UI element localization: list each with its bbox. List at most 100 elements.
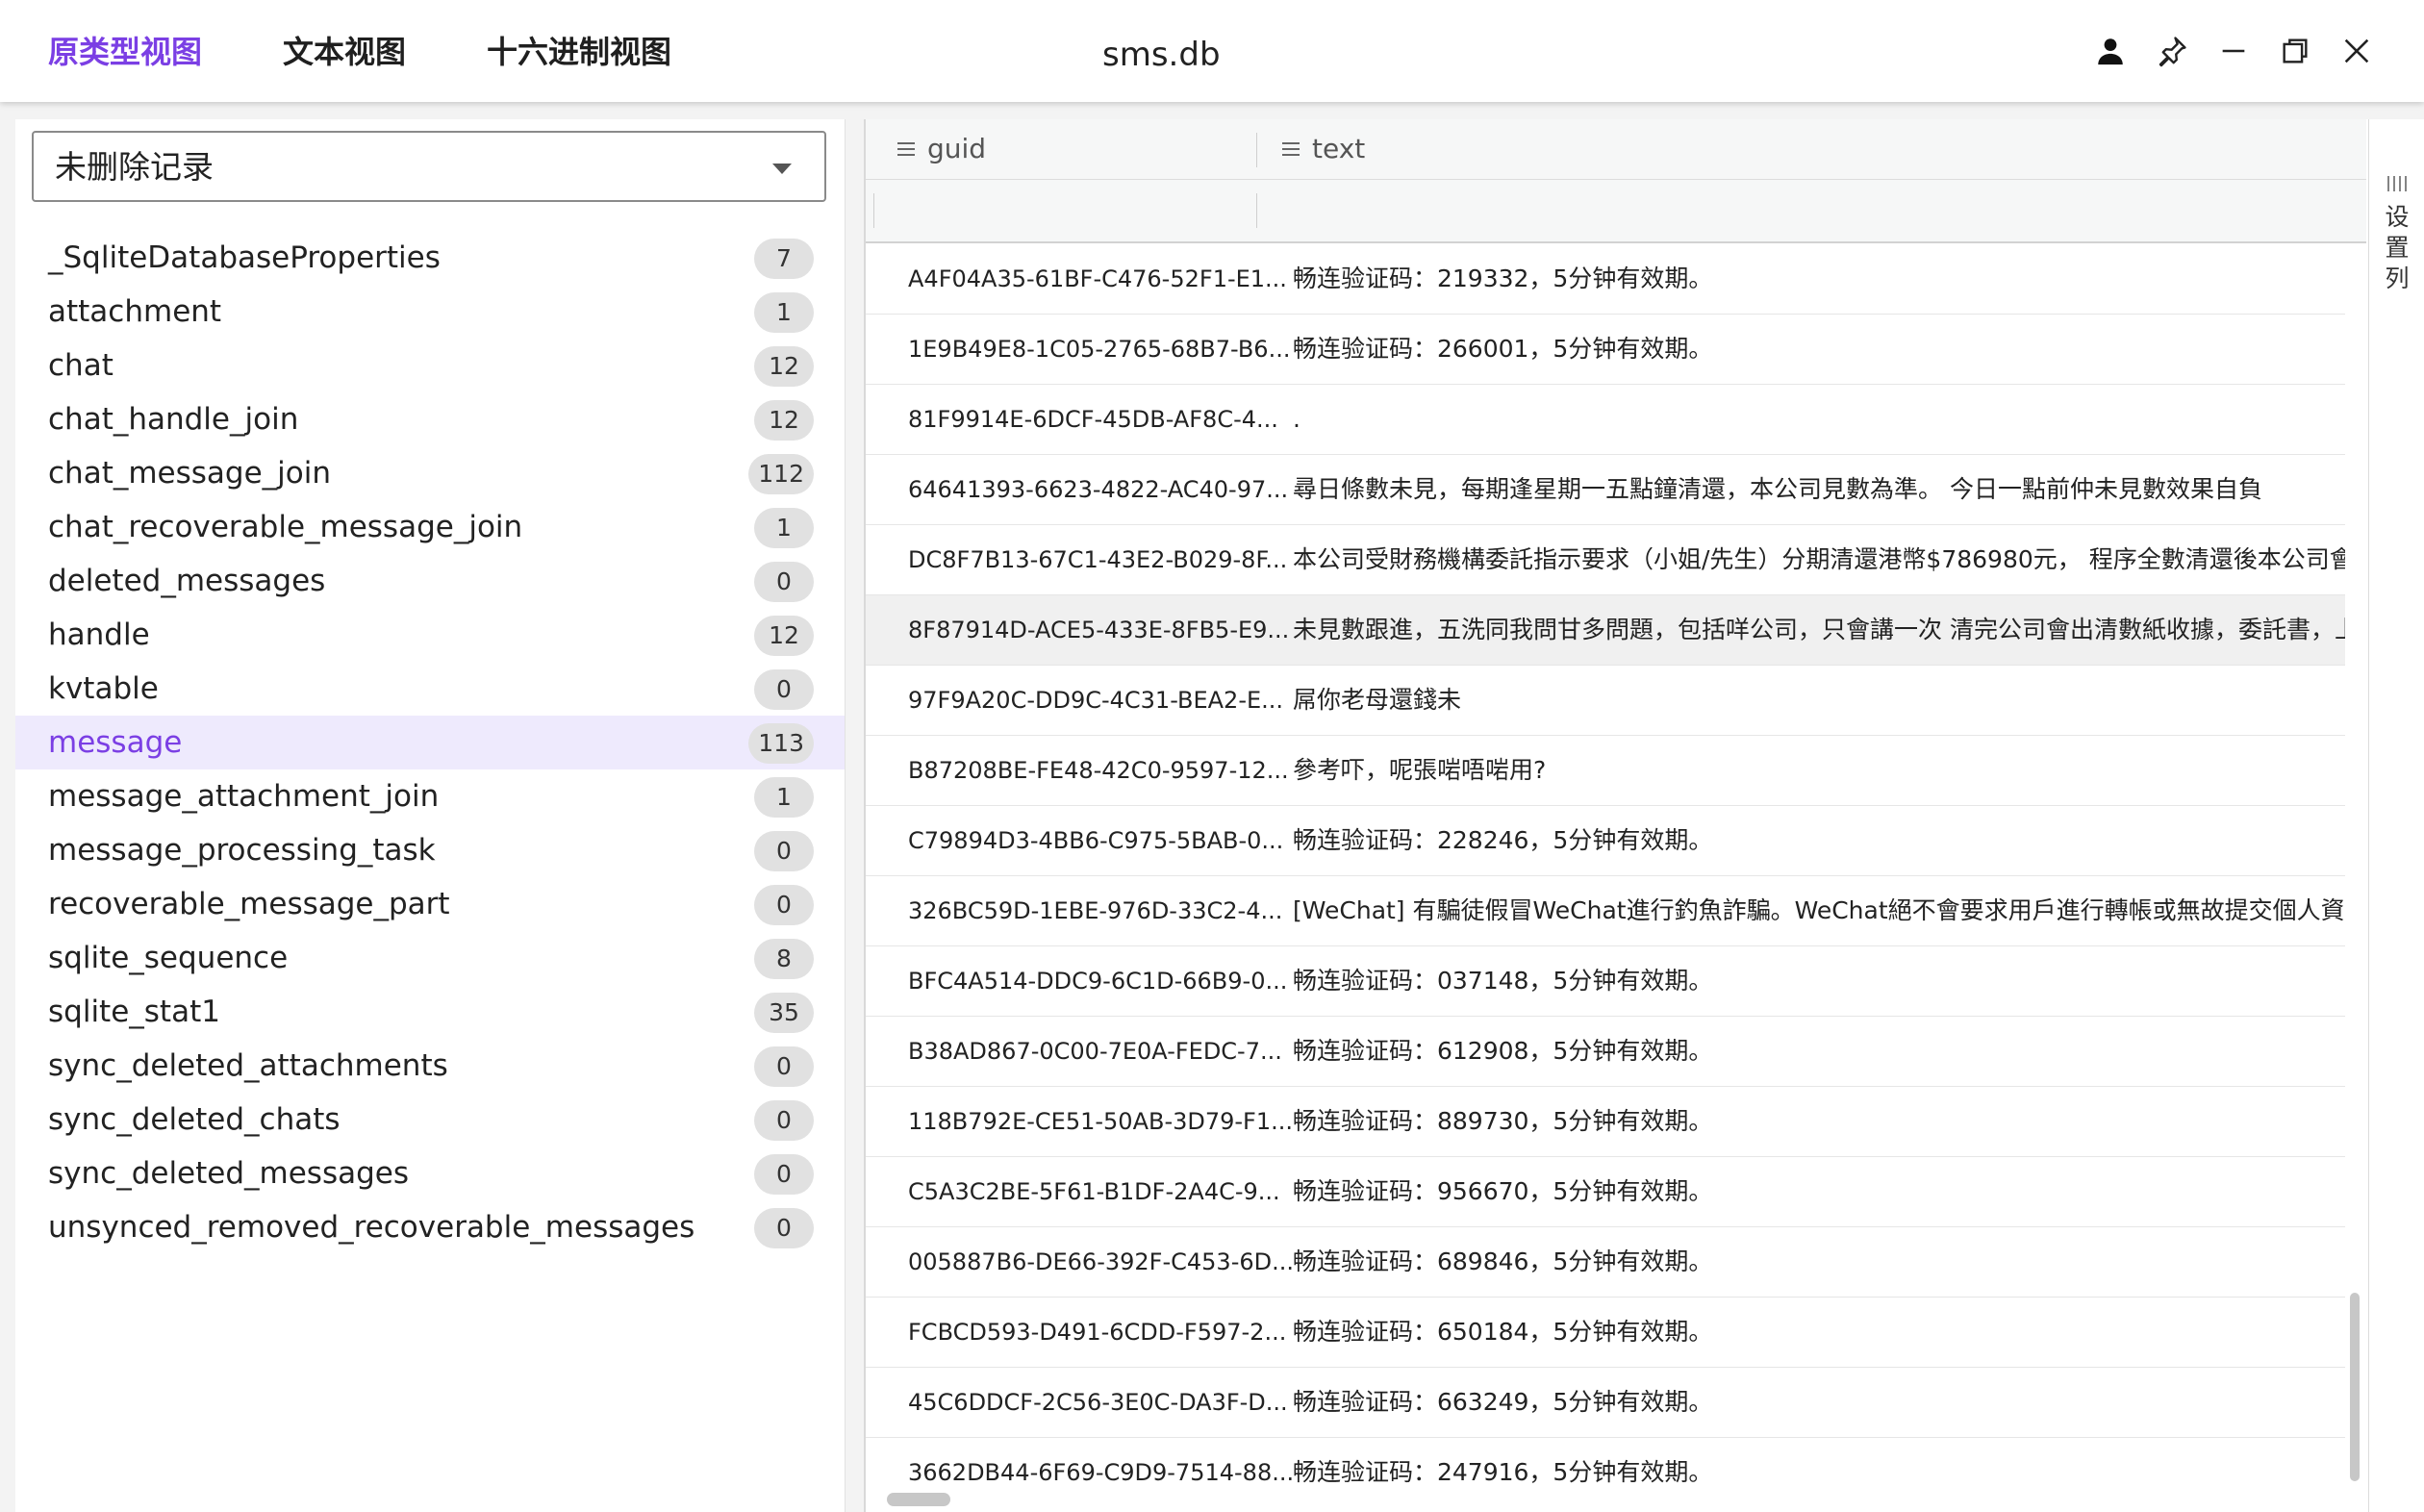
- table-row[interactable]: C5A3C2BE-5F61-B1DF-2A4C-9... 畅连验证码：956670…: [866, 1157, 2345, 1227]
- table-row[interactable]: 64641393-6623-4822-AC40-97... 尋日條數未見，每期逢星…: [866, 455, 2345, 525]
- table-item[interactable]: _SqliteDatabaseProperties 7: [15, 231, 845, 285]
- column-resize-handle[interactable]: [1256, 133, 1257, 167]
- cell-guid[interactable]: 81F9914E-6DCF-45DB-AF8C-4...: [908, 402, 1278, 437]
- cell-guid[interactable]: C79894D3-4BB6-C975-5BAB-0...: [908, 823, 1283, 858]
- row-count-badge: 0: [754, 1100, 814, 1141]
- table-item[interactable]: message_processing_task 0: [15, 823, 845, 877]
- cell-guid[interactable]: 1E9B49E8-1C05-2765-68B7-B6...: [908, 332, 1290, 366]
- row-count-badge: 0: [754, 885, 814, 925]
- cell-guid[interactable]: 64641393-6623-4822-AC40-97...: [908, 472, 1288, 507]
- table-row[interactable]: C79894D3-4BB6-C975-5BAB-0... 畅连验证码：228246…: [866, 806, 2345, 876]
- cell-guid[interactable]: DC8F7B13-67C1-43E2-B029-8F...: [908, 542, 1287, 577]
- table-row[interactable]: 81F9914E-6DCF-45DB-AF8C-4....: [866, 385, 2345, 455]
- column-settings-button[interactable]: 设置列: [2368, 119, 2424, 1512]
- table-name: deleted_messages: [48, 564, 326, 598]
- tab-raw-type-view[interactable]: 原类型视图: [48, 27, 202, 77]
- cell-text[interactable]: [WeChat] 有騙徒假冒WeChat進行釣魚詐騙。WeChat絕不會要求用戶…: [1293, 894, 2345, 928]
- cell-guid[interactable]: 8F87914D-ACE5-433E-8FB5-E9...: [908, 613, 1289, 647]
- table-row[interactable]: DC8F7B13-67C1-43E2-B029-8F... 本公司受財務機構委託指…: [866, 525, 2345, 595]
- close-icon[interactable]: [2337, 32, 2376, 70]
- cell-text[interactable]: 畅连验证码：037148，5分钟有效期。: [1293, 964, 2345, 998]
- table-row[interactable]: BFC4A514-DDC9-6C1D-66B9-0... 畅连验证码：037148…: [866, 946, 2345, 1017]
- cell-text[interactable]: 畅连验证码：650184，5分钟有效期。: [1293, 1315, 2345, 1349]
- table-name: sync_deleted_attachments: [48, 1048, 448, 1083]
- table-item[interactable]: sync_deleted_attachments 0: [15, 1039, 845, 1093]
- vertical-scrollbar-thumb[interactable]: [2350, 1293, 2360, 1481]
- cell-text[interactable]: 本公司受財務機構委託指示要求（小姐/先生）分期清還港幣$786980元， 程序全…: [1293, 542, 2345, 577]
- table-item[interactable]: chat_handle_join 12: [15, 392, 845, 446]
- cell-text[interactable]: 畅连验证码：266001，5分钟有效期。: [1293, 332, 2345, 366]
- pin-icon[interactable]: [2153, 32, 2191, 70]
- cell-guid[interactable]: B38AD867-0C00-7E0A-FEDC-7...: [908, 1034, 1282, 1069]
- cell-guid[interactable]: C5A3C2BE-5F61-B1DF-2A4C-9...: [908, 1174, 1280, 1209]
- table-row[interactable]: 3662DB44-6F69-C9D9-7514-88... 畅连验证码：24791…: [866, 1438, 2345, 1493]
- cell-guid[interactable]: 3662DB44-6F69-C9D9-7514-88...: [908, 1455, 1294, 1490]
- cell-text[interactable]: 畅连验证码：228246，5分钟有效期。: [1293, 823, 2345, 858]
- table-item[interactable]: recoverable_message_part 0: [15, 877, 845, 931]
- cell-guid[interactable]: 118B792E-CE51-50AB-3D79-F1...: [908, 1104, 1293, 1139]
- restore-icon[interactable]: [2276, 32, 2314, 70]
- column-header-label: guid: [927, 133, 987, 164]
- table-item[interactable]: sqlite_stat1 35: [15, 985, 845, 1039]
- cell-guid[interactable]: 45C6DDCF-2C56-3E0C-DA3F-D...: [908, 1385, 1288, 1420]
- table-item[interactable]: deleted_messages 0: [15, 554, 845, 608]
- horizontal-scrollbar-thumb[interactable]: [887, 1493, 950, 1506]
- table-item[interactable]: chat 12: [15, 339, 845, 392]
- cell-guid[interactable]: B87208BE-FE48-42C0-9597-12...: [908, 753, 1289, 788]
- table-row[interactable]: 005887B6-DE66-392F-C453-6D... 畅连验证码：68984…: [866, 1227, 2345, 1298]
- column-menu-icon[interactable]: [896, 131, 916, 167]
- column-settings-label: 设置列: [2385, 203, 2410, 292]
- table-item[interactable]: sync_deleted_chats 0: [15, 1093, 845, 1147]
- cell-guid[interactable]: BFC4A514-DDC9-6C1D-66B9-0...: [908, 964, 1287, 998]
- table-row[interactable]: FCBCD593-D491-6CDD-F597-2... 畅连验证码：650184…: [866, 1298, 2345, 1368]
- table-row[interactable]: 326BC59D-1EBE-976D-33C2-4... [WeChat] 有騙徒…: [866, 876, 2345, 946]
- table-name: chat_recoverable_message_join: [48, 510, 523, 544]
- cell-text[interactable]: 畅连验证码：889730，5分钟有效期。: [1293, 1104, 2345, 1139]
- cell-text[interactable]: 畅连验证码：612908，5分钟有效期。: [1293, 1034, 2345, 1069]
- table-item[interactable]: message 113: [15, 716, 845, 769]
- cell-guid[interactable]: 97F9A20C-DD9C-4C31-BEA2-E...: [908, 683, 1283, 718]
- cell-text[interactable]: 尋日條數未見，每期逢星期一五點鐘清還，本公司見數為準。 今日一點前仲未見數效果自…: [1293, 472, 2345, 507]
- cell-guid[interactable]: 326BC59D-1EBE-976D-33C2-4...: [908, 894, 1282, 928]
- minimize-icon[interactable]: [2214, 32, 2253, 70]
- column-header-text[interactable]: text: [1281, 131, 1365, 167]
- table-item[interactable]: handle 12: [15, 608, 845, 662]
- tab-text-view[interactable]: 文本视图: [283, 27, 406, 77]
- table-item[interactable]: chat_recoverable_message_join 1: [15, 500, 845, 554]
- cell-text[interactable]: 未見數跟進，五洗同我問甘多問題，包括咩公司，只會講一次 清完公司會出清數紙收據，…: [1293, 613, 2345, 647]
- table-row[interactable]: 45C6DDCF-2C56-3E0C-DA3F-D... 畅连验证码：663249…: [866, 1368, 2345, 1438]
- user-icon[interactable]: [2091, 32, 2130, 70]
- cell-text[interactable]: 畅连验证码：956670，5分钟有效期。: [1293, 1174, 2345, 1209]
- table-row[interactable]: 8F87914D-ACE5-433E-8FB5-E9... 未見數跟進，五洗同我問…: [866, 595, 2345, 666]
- table-row[interactable]: B38AD867-0C00-7E0A-FEDC-7... 畅连验证码：612908…: [866, 1017, 2345, 1087]
- cell-text[interactable]: 畅连验证码：689846，5分钟有效期。: [1293, 1245, 2345, 1279]
- table-item[interactable]: chat_message_join 112: [15, 446, 845, 500]
- table-item[interactable]: kvtable 0: [15, 662, 845, 716]
- table-item[interactable]: attachment 1: [15, 285, 845, 339]
- cell-text[interactable]: 屌你老母還錢未: [1293, 683, 2345, 718]
- cell-guid[interactable]: 005887B6-DE66-392F-C453-6D...: [908, 1245, 1294, 1279]
- cell-text[interactable]: 畅连验证码：663249，5分钟有效期。: [1293, 1385, 2345, 1420]
- cell-text[interactable]: 畅连验证码：247916，5分钟有效期。: [1293, 1455, 2345, 1490]
- table-row[interactable]: 1E9B49E8-1C05-2765-68B7-B6... 畅连验证码：26600…: [866, 315, 2345, 385]
- table-item[interactable]: message_attachment_join 1: [15, 769, 845, 823]
- record-filter-dropdown[interactable]: 未删除记录: [32, 131, 826, 202]
- tab-hex-view[interactable]: 十六进制视图: [487, 27, 671, 77]
- table-item[interactable]: sync_deleted_messages 0: [15, 1147, 845, 1200]
- cell-text[interactable]: 畅连验证码：219332，5分钟有效期。: [1293, 262, 2345, 296]
- table-row[interactable]: B87208BE-FE48-42C0-9597-12... ￼參考吓，呢張啱唔啱用…: [866, 736, 2345, 806]
- table-row[interactable]: A4F04A35-61BF-C476-52F1-E1... 畅连验证码：21933…: [866, 244, 2345, 315]
- row-count-badge: 1: [754, 508, 814, 548]
- table-row[interactable]: 97F9A20C-DD9C-4C31-BEA2-E... 屌你老母還錢未: [866, 666, 2345, 736]
- column-menu-icon[interactable]: [1281, 131, 1300, 167]
- cell-guid[interactable]: A4F04A35-61BF-C476-52F1-E1...: [908, 262, 1287, 296]
- table-item[interactable]: sqlite_sequence 8: [15, 931, 845, 985]
- row-count-badge: 113: [748, 723, 814, 764]
- cell-text[interactable]: ￼參考吓，呢張啱唔啱用?: [1293, 753, 2345, 788]
- column-header-guid[interactable]: guid: [896, 131, 986, 167]
- table-item[interactable]: unsynced_removed_recoverable_messages 0: [15, 1200, 845, 1254]
- cell-guid[interactable]: FCBCD593-D491-6CDD-F597-2...: [908, 1315, 1286, 1349]
- column-filter-row: [866, 180, 2366, 243]
- cell-text[interactable]: .: [1293, 402, 2345, 437]
- table-row[interactable]: 118B792E-CE51-50AB-3D79-F1... 畅连验证码：88973…: [866, 1087, 2345, 1157]
